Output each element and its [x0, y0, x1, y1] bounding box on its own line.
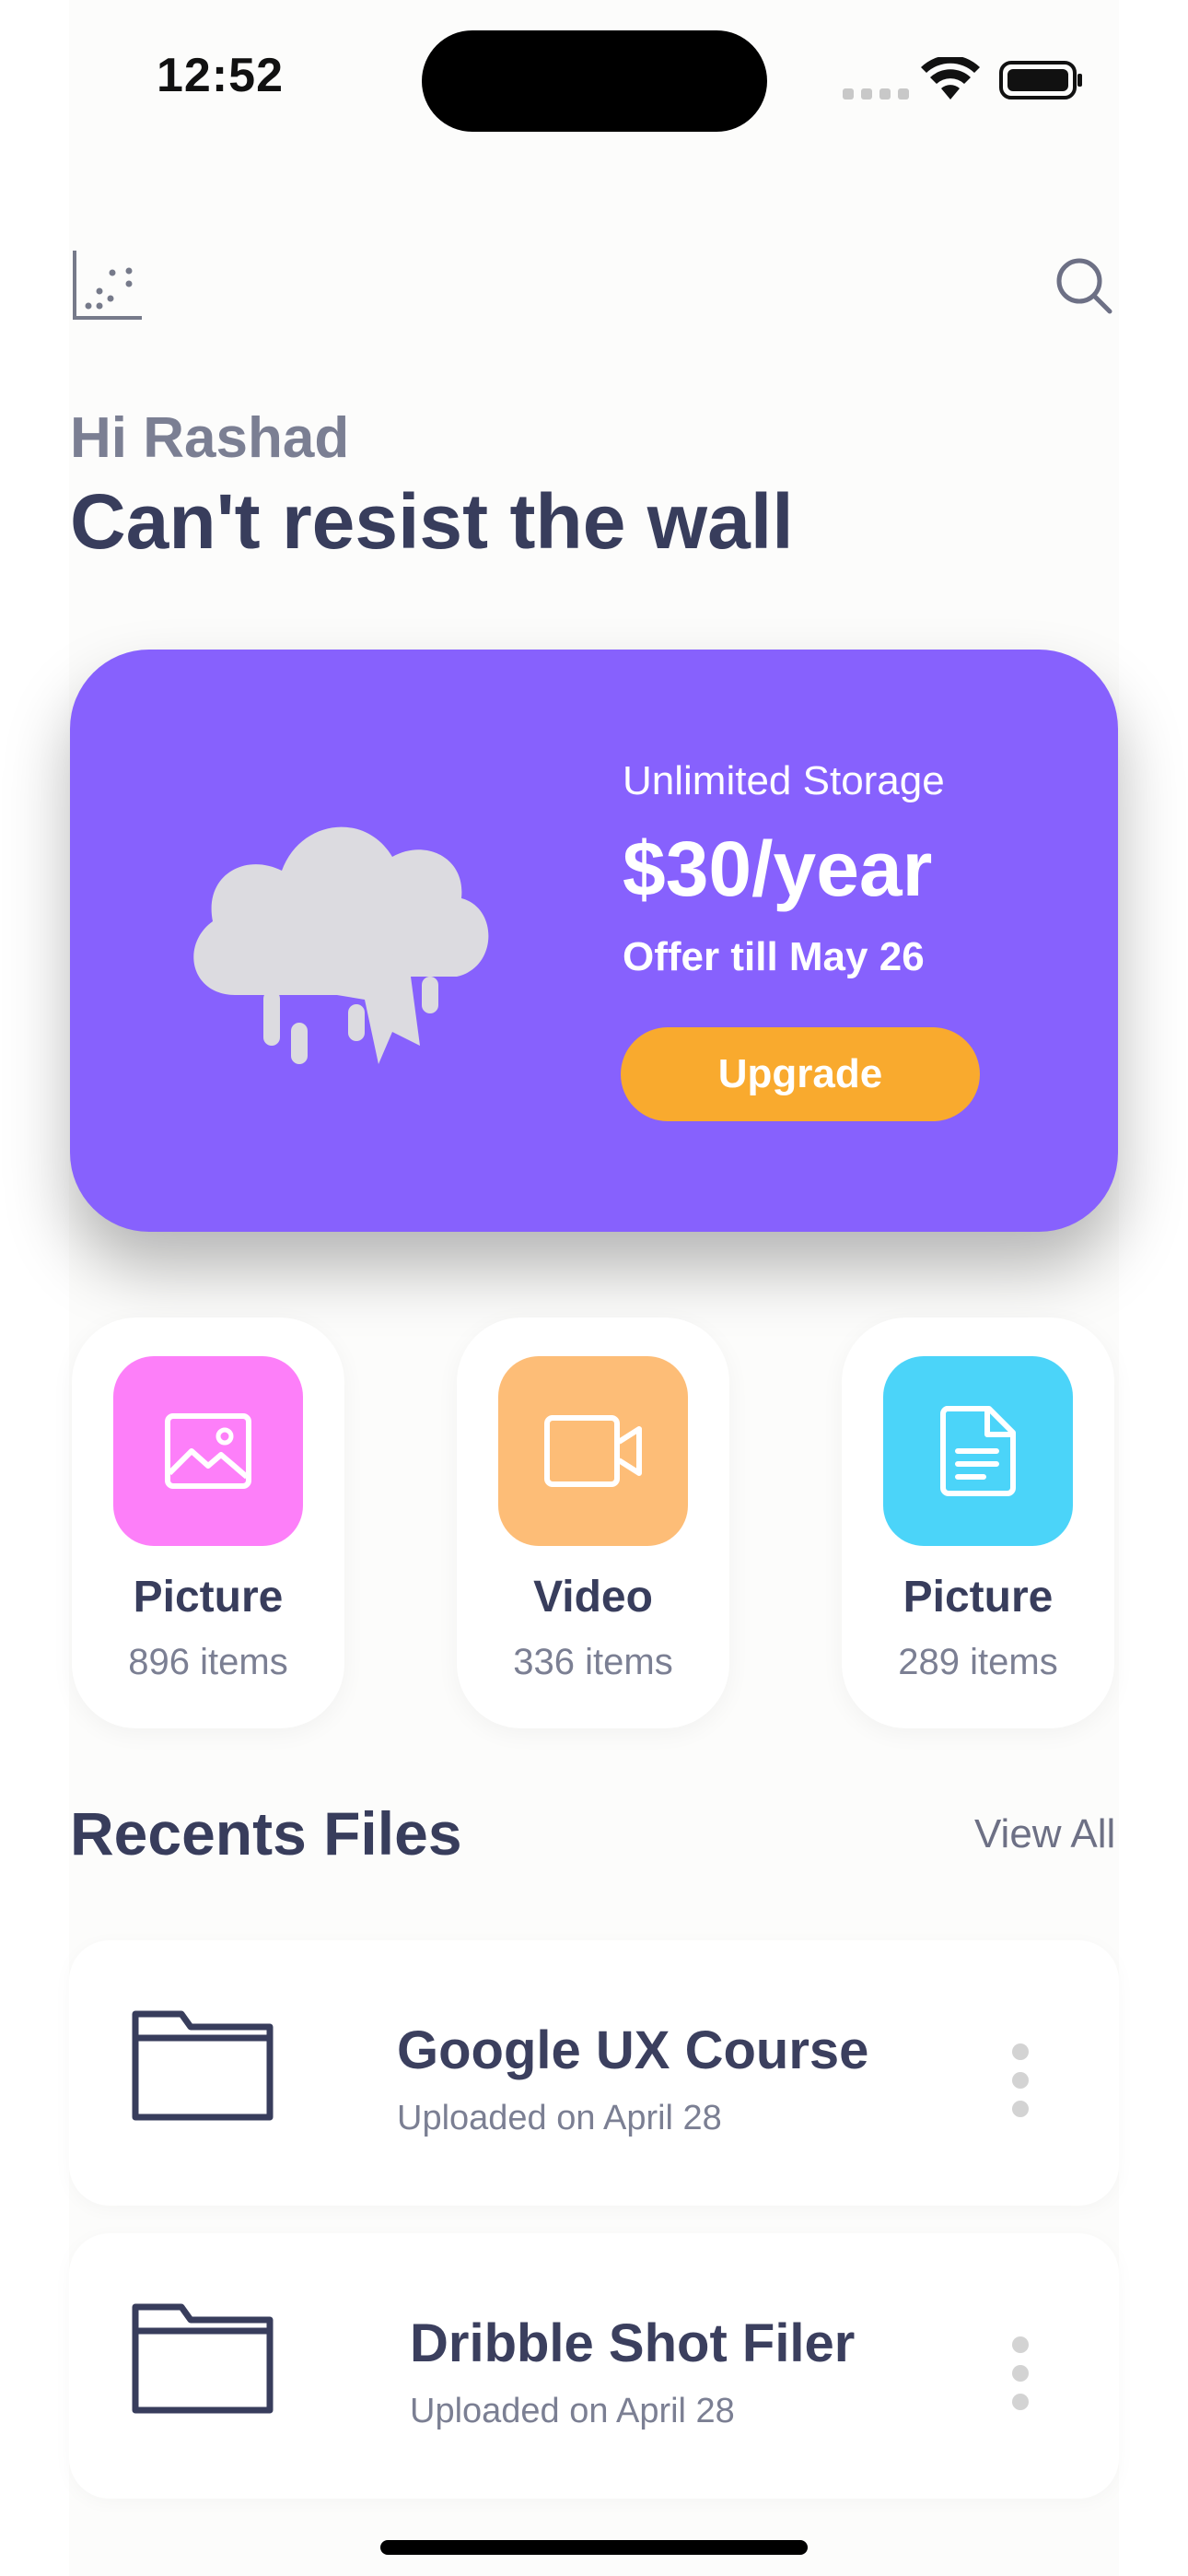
category-title: Video	[533, 1573, 653, 1622]
home-indicator	[380, 2540, 808, 2555]
recent-file-item[interactable]: Dribble Shot Filer Uploaded on April 28	[69, 2233, 1119, 2499]
recents-section-title: Recents Files	[70, 1799, 462, 1868]
promo-price: $30/year	[623, 825, 933, 912]
battery-icon	[999, 61, 1082, 100]
upgrade-promo-card: Unlimited Storage $30/year Offer till Ma…	[70, 650, 1118, 1232]
promo-offer: Offer till May 26	[623, 934, 925, 979]
category-title: Picture	[133, 1573, 284, 1622]
file-name: Google UX Course	[397, 2020, 869, 2080]
category-card-document[interactable]: Picture 289 items	[842, 1317, 1114, 1728]
category-icon-tile	[883, 1356, 1073, 1546]
more-options-icon[interactable]	[1005, 2043, 1036, 2117]
upgrade-button[interactable]: Upgrade	[621, 1027, 980, 1121]
promo-subtitle: Unlimited Storage	[623, 758, 945, 803]
page-headline: Can't resist the wall	[70, 478, 794, 565]
wifi-icon	[921, 57, 980, 100]
promo-text-group: Unlimited Storage $30/year Offer till Ma…	[623, 758, 945, 980]
category-icon-tile	[498, 1356, 688, 1546]
file-upload-date: Uploaded on April 28	[397, 2099, 722, 2137]
greeting: Hi Rashad	[70, 406, 350, 470]
status-time: 12:52	[157, 49, 284, 102]
image-icon	[165, 1413, 251, 1489]
category-count: 896 items	[128, 1642, 288, 1682]
category-card-picture[interactable]: Picture 896 items	[72, 1317, 344, 1728]
category-icon-tile	[113, 1356, 303, 1546]
folder-icon	[132, 2303, 274, 2414]
search-icon[interactable]	[1054, 256, 1113, 315]
app-screen: 12:52 Hi Rashad Can't resist the wall Un…	[0, 0, 1188, 2576]
category-title: Picture	[903, 1573, 1054, 1622]
scatter-chart-icon[interactable]	[72, 251, 142, 321]
folder-icon	[132, 2010, 274, 2121]
category-count: 289 items	[898, 1642, 1058, 1682]
dynamic-island	[422, 30, 767, 132]
document-icon	[940, 1406, 1016, 1496]
cellular-signal-icon	[843, 88, 909, 100]
file-name: Dribble Shot Filer	[410, 2313, 856, 2373]
file-upload-date: Uploaded on April 28	[410, 2392, 735, 2430]
video-camera-icon	[544, 1415, 642, 1487]
more-options-icon[interactable]	[1005, 2336, 1036, 2410]
category-count: 336 items	[513, 1642, 673, 1682]
category-card-video[interactable]: Video 336 items	[457, 1317, 729, 1728]
storm-cloud-illustration	[193, 826, 489, 1064]
screen-margin-left	[0, 0, 69, 2576]
screen-margin-right	[1119, 0, 1188, 2576]
recent-file-item[interactable]: Google UX Course Uploaded on April 28	[69, 1940, 1119, 2206]
status-bar: 12:52	[0, 0, 1188, 157]
view-all-link[interactable]: View All	[974, 1811, 1115, 1857]
